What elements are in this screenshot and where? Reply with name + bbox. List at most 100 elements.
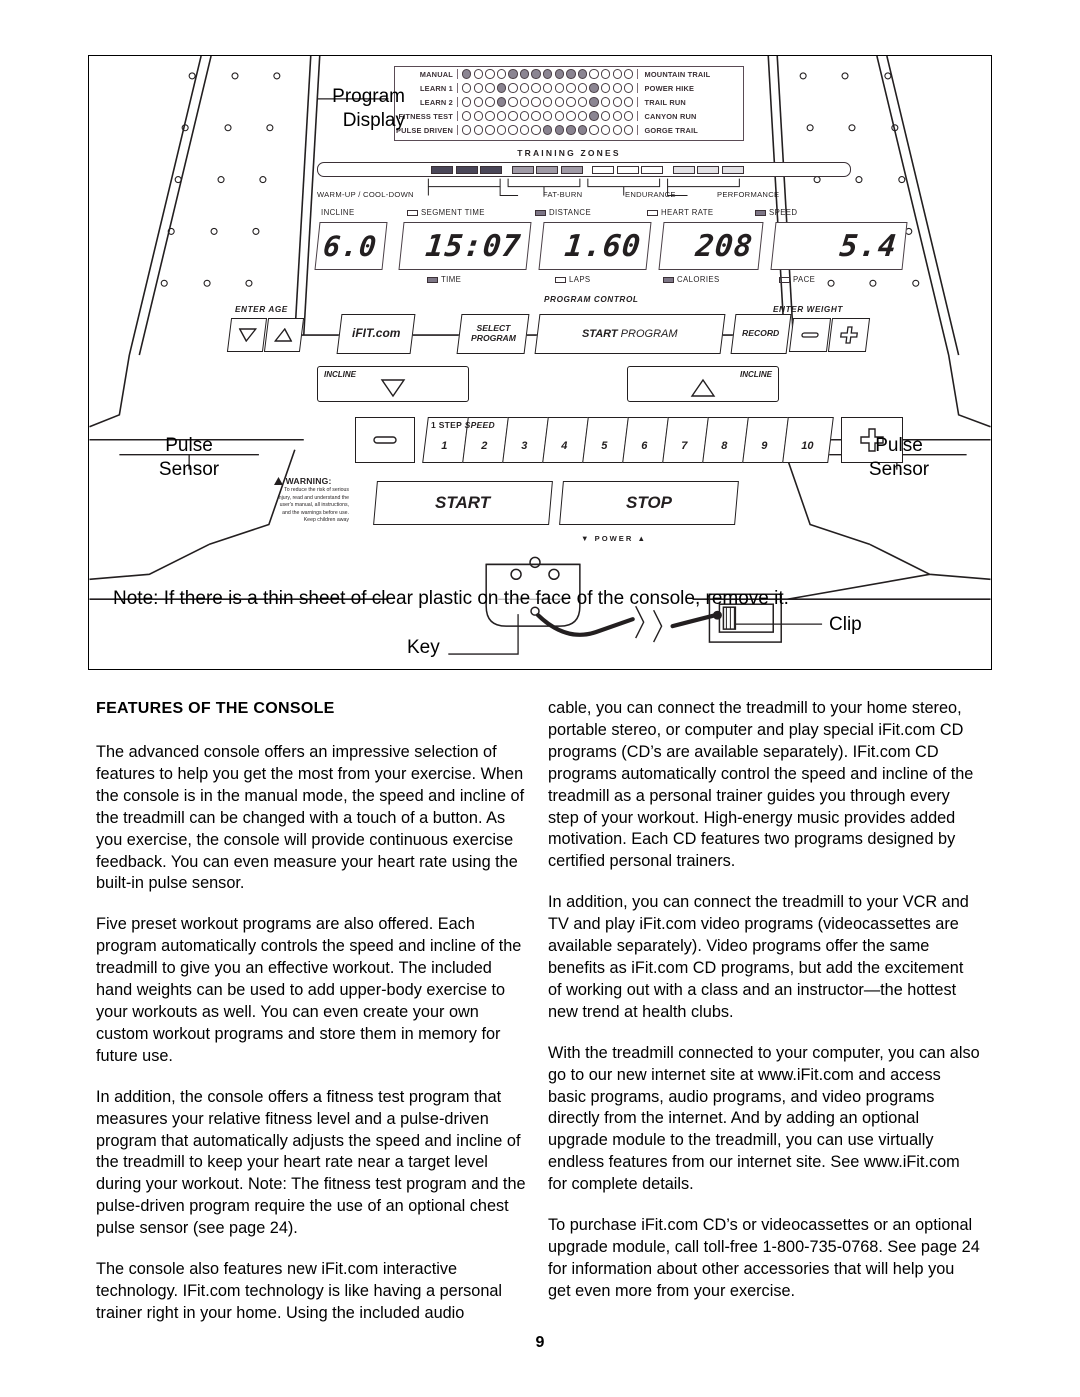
minus-icon [373,436,397,444]
start-button[interactable]: START [373,481,553,525]
training-zones-title: TRAINING ZONES [517,148,621,158]
program-right-label: GORGE TRAIL [644,125,699,135]
warning-label: WARNING: To reduce the risk of serious i… [274,476,349,525]
readout-top-label-incline: INCLINE [321,208,355,217]
record-button[interactable]: RECORD [730,314,792,354]
paragraph: Five preset workout programs are also of… [96,915,522,1065]
enter-age-caption: ENTER AGE [235,305,288,314]
zone-label-warmup: WARM-UP / COOL-DOWN [317,190,414,199]
start-program-bold: START [582,327,618,340]
program-display-row: LEARN 2 TRAIL RUN [395,95,743,109]
zone-label-endurance: ENDURANCE [625,190,676,199]
readout-top-label-speed: SPEED [755,208,797,217]
warning-body: To reduce the risk of serious injury, re… [277,487,349,524]
indicator-hollow-icon [647,209,658,216]
paragraph: To purchase iFit.com CD’s or videocasset… [548,1216,980,1300]
pulse-sensor-label-left: Pulse Sensor [158,435,220,480]
triangle-up-icon [690,378,716,397]
page-number: 9 [535,1334,545,1351]
plastic-sheet-note: Note: If there is a thin sheet of clear … [113,588,789,609]
readout-bottom-label-time: TIME [427,275,461,284]
readout-top-label-segment-time: SEGMENT TIME [407,208,485,217]
enter-weight-plus-button[interactable] [827,318,871,352]
program-display-row: MANUAL MOUNTAIN TRAIL [395,67,743,81]
minus-icon [801,332,819,338]
select-program-line1: SELECT [476,323,510,334]
readout-top-label-distance: DISTANCE [535,208,591,217]
power-up-icon: ▲ [637,534,647,543]
triangle-down-icon [380,379,406,398]
indicator-filled-icon [755,209,766,216]
program-led-row [457,111,639,121]
program-led-row [457,83,639,93]
select-program-line2: PROGRAM [470,333,516,343]
speed-button-6[interactable]: 6 [622,417,669,463]
program-right-label: CANYON RUN [644,111,697,121]
key-label: Key [407,637,440,658]
paragraph: The advanced console offers an impressiv… [96,743,525,893]
left-text-column: The advanced console offers an impressiv… [96,742,528,1344]
incline-up-button[interactable]: INCLINE [627,366,779,402]
speed-button-10[interactable]: 10 [782,417,834,463]
enter-age-down-button[interactable] [226,318,268,352]
speed-minus-button[interactable] [355,417,415,463]
pulse-sensor-label-right: Pulse Sensor [868,435,930,480]
program-right-label: TRAIL RUN [644,97,686,107]
select-program-button[interactable]: SELECT PROGRAM [456,314,530,354]
speed-button-4[interactable]: 4 [542,417,589,463]
triangle-down-icon [238,328,257,342]
program-led-row [457,125,639,135]
incline-down-button[interactable]: INCLINE [317,366,469,402]
warning-title: WARNING: [274,476,349,486]
readout-distance: 1.60 [538,222,652,270]
start-program-button[interactable]: START PROGRAM [534,314,726,354]
speed-button-7[interactable]: 7 [662,417,709,463]
indicator-filled-icon [663,276,674,283]
program-display-panel: MANUAL MOUNTAIN TRAIL LEARN 1 POWER HIKE… [394,66,744,141]
program-led-row [457,97,639,107]
speed-button-3[interactable]: 3 [502,417,549,463]
indicator-filled-icon [535,209,546,216]
triangle-up-icon [274,328,293,342]
program-right-label: POWER HIKE [644,83,695,93]
indicator-filled-icon [427,276,438,283]
program-right-label: MOUNTAIN TRAIL [644,69,711,79]
indicator-hollow-icon [407,209,418,216]
indicator-hollow-icon [555,276,566,283]
console-diagram: MANUAL MOUNTAIN TRAIL LEARN 1 POWER HIKE… [88,55,992,670]
power-down-icon: ▼ [580,534,591,543]
paragraph: In addition, you can connect the treadmi… [548,893,969,1021]
paragraph: In addition, the console offers a fitnes… [96,1087,526,1238]
readout-top-label-heart-rate: HEART RATE [647,208,714,217]
speed-button-5[interactable]: 5 [582,417,629,463]
training-zone-names: WARM-UP / COOL-DOWN FAT-BURN ENDURANCE P… [317,188,851,202]
program-control-caption: PROGRAM CONTROL [544,295,639,304]
start-program-rest: PROGRAM [617,327,678,340]
paragraph: cable, you can connect the treadmill to … [548,699,974,871]
incline-right-caption: INCLINE [740,370,772,379]
paragraph: With the treadmill connected to your com… [548,1043,980,1194]
ifit-logo-button[interactable]: iFIT.com [336,314,416,354]
right-text-column: cable, you can connect the treadmill to … [548,698,980,1322]
page-title: FEATURES OF THE CONSOLE [96,700,335,717]
readout-speed: 5.4 [770,222,908,270]
stop-button[interactable]: STOP [559,481,739,525]
step-speed-caption: 1 STEP SPEED [431,420,495,430]
ifit-logo-text: iFIT.com [351,326,401,341]
readout-bottom-label-laps: LAPS [555,275,591,284]
readout-incline: 6.0 [314,222,388,270]
program-display-row: FITNESS TEST CANYON RUN [395,109,743,123]
program-display-row: LEARN 1 POWER HIKE [395,81,743,95]
speed-button-8[interactable]: 8 [702,417,749,463]
warning-triangle-icon [274,477,283,485]
clip-label: Clip [829,614,862,635]
enter-weight-caption: ENTER WEIGHT [773,305,843,314]
enter-age-up-button[interactable] [263,318,305,352]
program-display-row: PULSE DRIVEN GORGE TRAIL [395,123,743,137]
speed-button-9[interactable]: 9 [742,417,789,463]
zone-label-performance: PERFORMANCE [717,190,780,199]
enter-weight-minus-button[interactable] [788,318,832,352]
plus-icon [840,326,858,344]
readout-heart-rate: 208 [658,222,764,270]
program-left-label: MANUAL [419,69,453,79]
